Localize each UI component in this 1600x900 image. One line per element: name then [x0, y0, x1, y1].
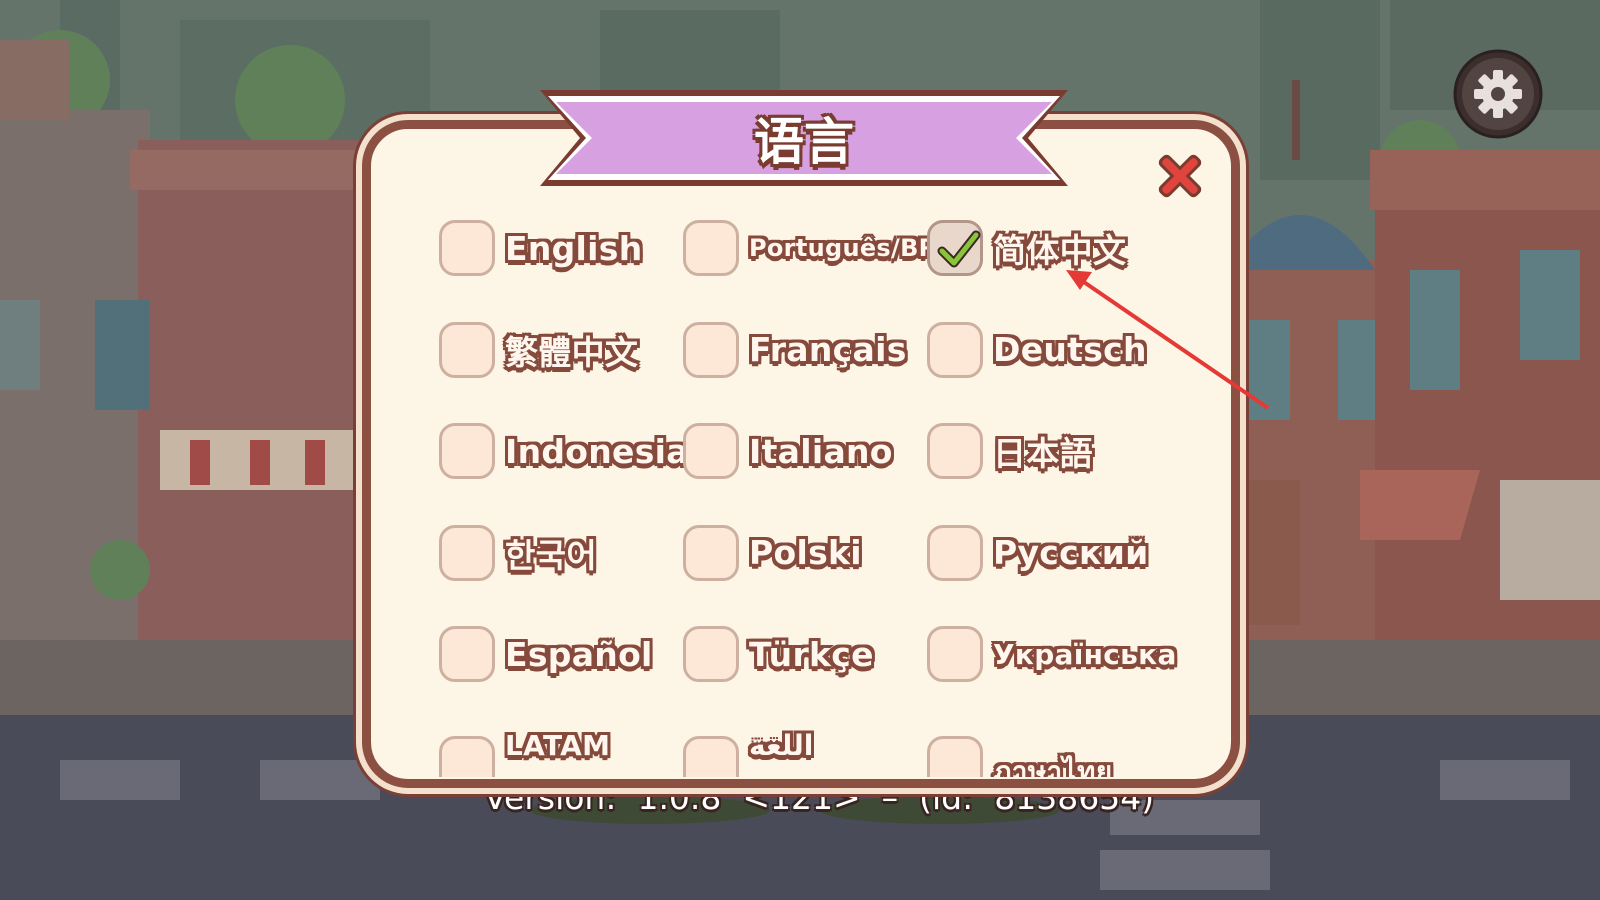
language-checkbox[interactable] — [439, 321, 495, 378]
language-option-label: ภาษาไทย — [993, 754, 1113, 778]
language-checkbox[interactable] — [927, 321, 983, 378]
language-option[interactable]: Français — [683, 319, 907, 381]
language-dialog: English Português/BR 简体中文繁體中文 Français Deuts… — [362, 120, 1240, 788]
language-option[interactable]: Русский — [927, 522, 1149, 584]
language-checkbox[interactable] — [439, 626, 495, 682]
language-checkbox[interactable] — [439, 524, 495, 581]
language-option-label: Українська — [993, 637, 1177, 671]
language-option-label: LATAM — [505, 729, 611, 762]
language-option[interactable]: 简体中文 — [927, 217, 1126, 279]
language-checkbox[interactable] — [439, 220, 495, 276]
dialog-title: 语言 — [754, 113, 854, 171]
language-option-label: 繁體中文 — [505, 332, 639, 372]
language-option[interactable]: 한국어 — [439, 522, 597, 584]
language-option[interactable]: LATAM — [439, 729, 610, 777]
language-option-label: English — [505, 228, 643, 268]
language-option[interactable]: Italiano — [683, 420, 893, 482]
language-option[interactable]: اللغة — [683, 729, 813, 777]
language-option-label: Italiano — [749, 431, 893, 471]
language-option-label: Español — [505, 634, 653, 674]
language-option[interactable]: Deutsch — [927, 319, 1147, 381]
language-checkbox[interactable] — [439, 423, 495, 479]
language-option[interactable]: Türkçe — [683, 623, 874, 685]
language-option[interactable]: Indonesia — [439, 420, 689, 482]
language-checkbox[interactable] — [927, 626, 983, 682]
language-checkbox[interactable] — [439, 735, 495, 777]
language-option[interactable]: 繁體中文 — [439, 319, 638, 381]
language-checkbox[interactable] — [927, 220, 983, 276]
language-option[interactable]: Español — [439, 623, 653, 685]
language-checkbox[interactable] — [927, 735, 983, 777]
language-option-label: Русский — [993, 533, 1149, 572]
language-option[interactable]: Polski — [683, 522, 862, 584]
language-option-label: 한국어 — [505, 535, 597, 575]
language-checkbox[interactable] — [683, 220, 739, 276]
language-option-label: 简体中文 — [993, 231, 1127, 270]
language-option-label: Türkçe — [749, 634, 874, 674]
language-checkbox[interactable] — [683, 524, 739, 581]
language-option[interactable]: ภาษาไทย — [927, 733, 1113, 778]
language-option-label: Français — [749, 330, 907, 369]
language-option-label: Polski — [749, 533, 862, 572]
language-option-label: 日本語 — [993, 434, 1093, 473]
language-option-label: Português/BR — [749, 234, 938, 262]
language-checkbox[interactable] — [683, 735, 739, 777]
checkmark-icon — [937, 230, 981, 268]
language-option[interactable]: Українська — [927, 623, 1177, 685]
language-option[interactable]: Português/BR — [683, 217, 937, 279]
language-checkbox[interactable] — [927, 423, 983, 479]
language-option-label: اللغة — [749, 729, 814, 762]
language-checkbox[interactable] — [683, 626, 739, 682]
language-checkbox[interactable] — [683, 423, 739, 479]
close-button[interactable] — [1152, 148, 1208, 204]
language-option[interactable]: 日本語 — [927, 420, 1093, 482]
language-option-label: Indonesia — [505, 431, 689, 471]
close-icon — [1158, 154, 1202, 198]
language-checkbox[interactable] — [683, 321, 739, 378]
language-checkbox[interactable] — [927, 524, 983, 581]
language-options-list[interactable]: English Português/BR 简体中文繁體中文 Français Deuts… — [439, 217, 1199, 777]
language-option-label: Deutsch — [993, 330, 1147, 369]
language-option[interactable]: English — [439, 217, 643, 279]
